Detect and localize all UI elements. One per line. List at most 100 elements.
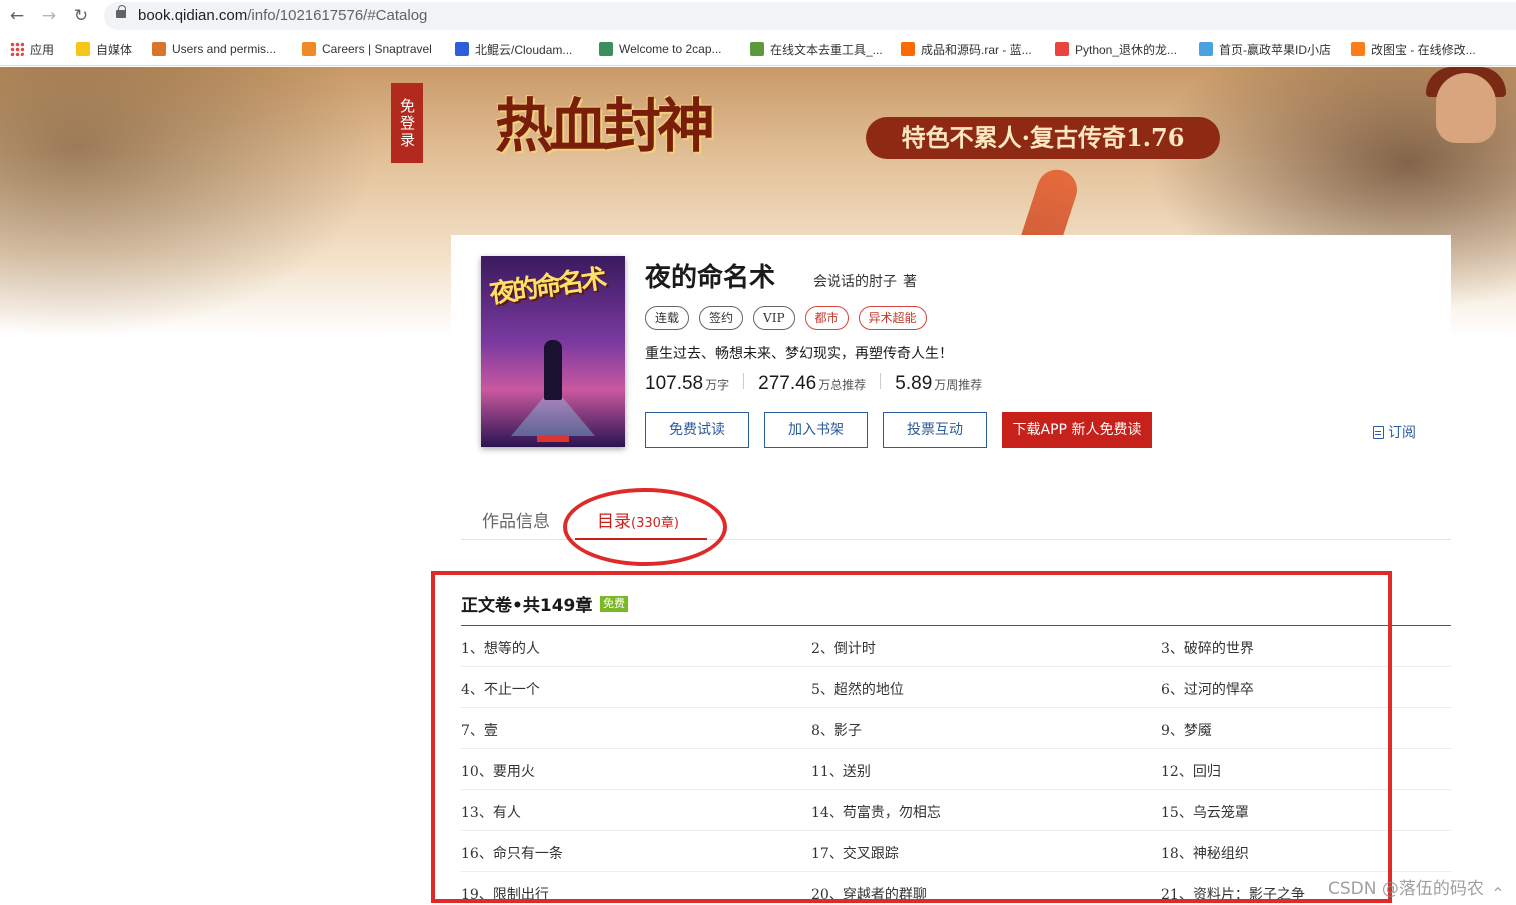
hero-art <box>1436 73 1496 143</box>
free-login-badge[interactable]: 免登录 <box>391 83 423 163</box>
book-info-card: 夜的命名术 夜的命名术 会说话的肘子著 连载 签约 VIP 都市 异术超能 重生… <box>451 235 1451 470</box>
divider <box>880 373 882 389</box>
back-arrow-icon[interactable]: ← <box>6 5 28 27</box>
free-badge: 免费 <box>600 596 628 612</box>
forward-arrow-icon[interactable]: → <box>38 5 60 27</box>
total-recommend: 277.46 <box>758 373 817 394</box>
chapter-link[interactable]: 21、资料片：影子之争 <box>1161 884 1305 904</box>
bookmark-apps[interactable]: 应用 <box>10 40 54 58</box>
cover-art <box>544 340 562 400</box>
book-stats: 107.58 万字 277.46 万总推荐 5.89 万周推荐 <box>645 373 982 395</box>
word-count-unit: 万字 <box>705 378 730 392</box>
bookmark-item[interactable]: Users and permis... <box>152 40 276 58</box>
bookmark-item[interactable]: 成品和源码.rar - 蓝... <box>901 40 1032 58</box>
game-title: 热血封神 <box>495 92 715 160</box>
volume-title: 正文卷•共149章 <box>461 596 593 616</box>
free-read-button[interactable]: 免费试读 <box>645 412 749 448</box>
site-favicon-icon <box>1199 42 1213 56</box>
banner-slogan: 特色不累人·复古传奇1.76 <box>866 117 1220 159</box>
chapter-link[interactable]: 10、要用火 <box>461 761 535 781</box>
cover-title: 夜的命名术 <box>487 264 606 310</box>
total-recommend-unit: 万总推荐 <box>818 378 867 392</box>
chapter-list: 1、想等的人 2、倒计时 3、破碎的世界 4、不止一个 5、超然的地位 6、过河… <box>461 626 1451 905</box>
chapter-row: 4、不止一个 5、超然的地位 6、过河的悍卒 <box>461 667 1451 708</box>
chapter-link[interactable]: 6、过河的悍卒 <box>1161 679 1254 699</box>
chapter-row: 16、命只有一条 17、交叉跟踪 18、神秘组织 <box>461 831 1451 872</box>
chapter-link[interactable]: 8、影子 <box>811 720 862 740</box>
chapter-link[interactable]: 1、想等的人 <box>461 638 540 658</box>
bookmark-item[interactable]: 北鲲云/Cloudam... <box>455 40 572 58</box>
chapter-row: 1、想等的人 2、倒计时 3、破碎的世界 <box>461 626 1451 667</box>
chapter-row: 10、要用火 11、送别 12、回归 <box>461 749 1451 790</box>
author-suffix: 著 <box>903 274 917 290</box>
cover-logo <box>537 436 569 442</box>
tag-subcategory[interactable]: 异术超能 <box>858 306 927 330</box>
site-favicon-icon <box>455 42 469 56</box>
chapter-link[interactable]: 11、送别 <box>811 761 871 781</box>
bookmark-item[interactable]: 在线文本去重工具_... <box>750 40 883 58</box>
book-title: 夜的命名术 <box>645 263 776 293</box>
bookmark-item[interactable]: 首页-赢政苹果ID小店 <box>1199 40 1331 58</box>
site-favicon-icon <box>901 42 915 56</box>
tag-vip: VIP <box>753 306 795 330</box>
chapter-link[interactable]: 18、神秘组织 <box>1161 843 1249 863</box>
vote-button[interactable]: 投票互动 <box>883 412 987 448</box>
chapter-link[interactable]: 20、穿越者的群聊 <box>811 884 927 904</box>
tab-book-info[interactable]: 作品信息 <box>482 507 550 532</box>
divider <box>743 373 745 389</box>
chapter-link[interactable]: 2、倒计时 <box>811 638 876 658</box>
author-name[interactable]: 会说话的肘子 <box>813 274 897 290</box>
chapter-link[interactable]: 13、有人 <box>461 802 521 822</box>
chapter-link[interactable]: 14、苟富贵，勿相忘 <box>811 802 941 822</box>
chapter-link[interactable]: 15、乌云笼罩 <box>1161 802 1249 822</box>
bookmarks-bar: 应用 自媒体 Users and permis... Careers | Sna… <box>0 32 1516 66</box>
cover-art <box>511 396 595 436</box>
bookmark-item[interactable]: Welcome to 2cap... <box>599 40 722 58</box>
download-app-button[interactable]: 下载APP 新人免费读 <box>1002 412 1152 448</box>
chapter-link[interactable]: 7、壹 <box>461 720 498 740</box>
bookmark-item[interactable]: Careers | Snaptravel <box>302 40 432 58</box>
author: 会说话的肘子著 <box>813 271 917 291</box>
weekly-recommend: 5.89 <box>895 373 933 394</box>
scroll-to-top-icon[interactable]: ⌃ <box>1484 884 1512 905</box>
banner-art <box>0 67 380 337</box>
bookmark-item[interactable]: 自媒体 <box>76 40 132 58</box>
url-text: book.qidian.com/info/1021617576/#Catalog <box>138 7 428 24</box>
lock-icon <box>116 5 126 18</box>
chapter-link[interactable]: 12、回归 <box>1161 761 1221 781</box>
site-favicon-icon <box>599 42 613 56</box>
reload-icon[interactable]: ↻ <box>70 5 92 27</box>
chapter-link[interactable]: 9、梦魇 <box>1161 720 1212 740</box>
weekly-recommend-unit: 万周推荐 <box>934 378 983 392</box>
site-favicon-icon <box>152 42 166 56</box>
site-favicon-icon <box>1351 42 1365 56</box>
active-tab-indicator <box>575 538 707 540</box>
tag-category[interactable]: 都市 <box>804 306 849 330</box>
chapter-link[interactable]: 17、交叉跟踪 <box>811 843 899 863</box>
browser-toolbar: ← → ↻ book.qidian.com/info/1021617576/#C… <box>0 0 1516 32</box>
tab-catalog[interactable]: 目录(330章) <box>597 507 679 532</box>
chapter-link[interactable]: 19、限制出行 <box>461 884 549 904</box>
chapter-link[interactable]: 5、超然的地位 <box>811 679 904 699</box>
chapter-link[interactable]: 3、破碎的世界 <box>1161 638 1254 658</box>
bookmark-item[interactable]: Python_退休的龙... <box>1055 40 1177 58</box>
volume-header: 正文卷•共149章 免费 <box>461 591 1451 626</box>
add-to-shelf-button[interactable]: 加入书架 <box>764 412 868 448</box>
word-count: 107.58 <box>645 373 704 394</box>
tag-status: 连载 <box>645 306 690 330</box>
address-bar[interactable]: book.qidian.com/info/1021617576/#Catalog <box>104 2 1516 30</box>
chapter-link[interactable]: 4、不止一个 <box>461 679 540 699</box>
tag-signed: 签约 <box>699 306 744 330</box>
book-cover[interactable]: 夜的命名术 <box>481 256 625 447</box>
book-intro: 重生过去、畅想未来、梦幻现实，再塑传奇人生！ <box>645 346 953 362</box>
chapter-count: (330章) <box>631 516 679 531</box>
chapter-link[interactable]: 16、命只有一条 <box>461 843 563 863</box>
chapter-row: 7、壹 8、影子 9、梦魇 <box>461 708 1451 749</box>
site-favicon-icon <box>1055 42 1069 56</box>
apps-grid-icon <box>10 42 24 56</box>
chapter-row: 13、有人 14、苟富贵，勿相忘 15、乌云笼罩 <box>461 790 1451 831</box>
book-tags: 连载 签约 VIP 都市 异术超能 <box>645 306 927 330</box>
bookmark-item[interactable]: 改图宝 - 在线修改... <box>1351 40 1476 58</box>
subscribe-link[interactable]: 订阅 <box>1373 422 1416 442</box>
book-tabs: 作品信息 目录(330章) <box>461 495 1451 540</box>
